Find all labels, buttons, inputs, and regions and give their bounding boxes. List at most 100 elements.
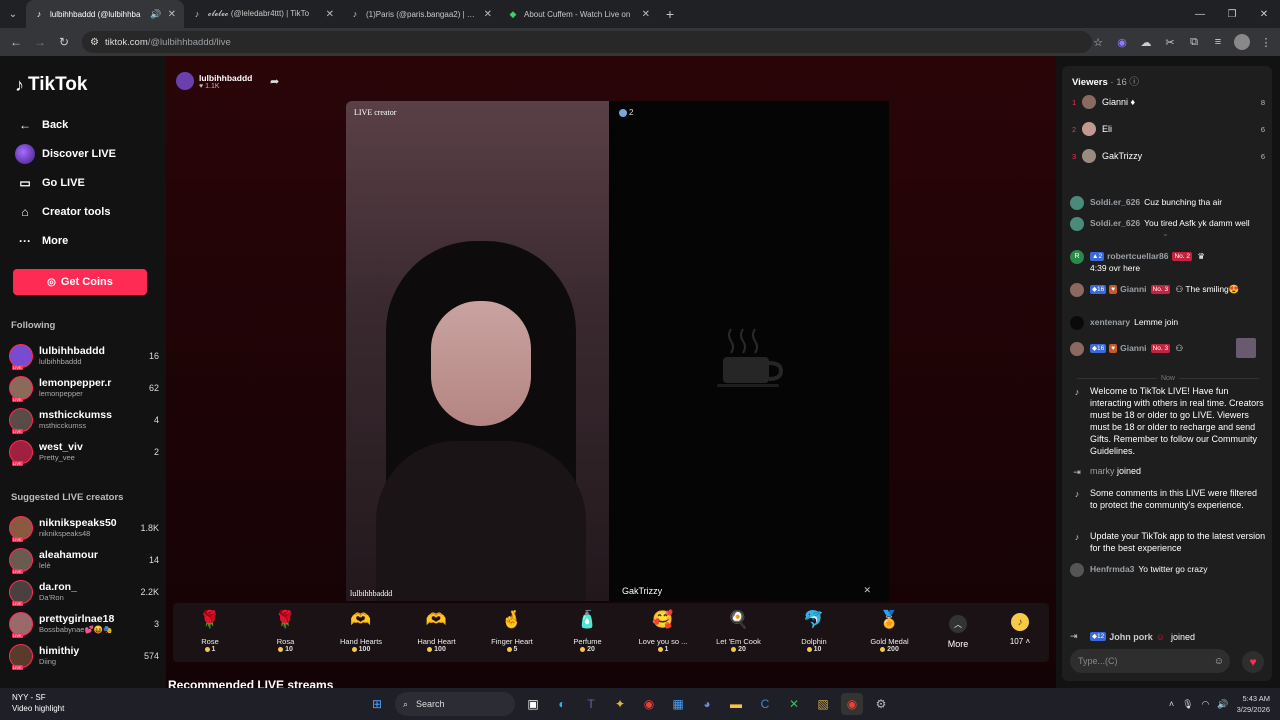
gift-item[interactable]: 🍳 Let 'Em Cook 20 [704,607,774,653]
nav-discover-live[interactable]: Discover LIVE [14,139,160,168]
host-avatar[interactable] [176,72,194,90]
windows-start-icon[interactable]: ⊞ [366,693,388,715]
close-tab-icon[interactable]: ✕ [168,9,176,20]
task-view-icon[interactable]: ▣ [522,693,544,715]
nav-creator-tools[interactable]: ⌂ Creator tools [14,197,160,226]
get-coins-button[interactable]: ◎ Get Coins [13,269,147,295]
avatar[interactable]: LIVE [9,516,33,542]
tab-2[interactable]: ♪ 𝓸𝓵𝓮𝓵𝓮𝓸 (@leledabr4ttt) | TikTo ✕ [184,0,342,28]
gift-item[interactable]: 🫶 Hand Hearts 100 [326,607,396,653]
avatar[interactable] [1070,563,1084,577]
top-viewer-row[interactable]: 1 Gianni ♦ 8 [1072,93,1265,111]
new-tab-icon[interactable]: + [658,6,682,22]
muted-mic-icon[interactable]: ✕ [863,585,871,596]
list-item[interactable]: LIVE west_viv Pretty_vee 2 [9,436,159,468]
file-explorer-icon[interactable]: ▬ [725,693,747,715]
close-tab-icon[interactable]: ✕ [484,9,492,20]
chat-user[interactable]: xentenary [1090,317,1130,327]
avatar[interactable] [1082,149,1096,163]
avatar[interactable]: LIVE [9,376,33,402]
avatar[interactable] [1070,196,1084,210]
chat-input[interactable]: Type...(C) ☺ [1070,649,1230,673]
kebab-menu-icon[interactable]: ⋮ [1258,34,1274,50]
microphone-icon[interactable]: 🎙 [1182,699,1193,710]
top-viewer-row[interactable]: 3 GakTrizzy 6 [1072,147,1265,165]
guest-video[interactable]: 2 GakTrizzy ✕ [609,101,889,601]
extension-icon[interactable]: ☁ [1138,34,1154,50]
avatar[interactable]: LIVE [9,440,33,466]
store-icon[interactable]: ▦ [667,693,689,715]
chevron-up-icon[interactable]: ˄ [1169,699,1174,709]
chrome-active-icon[interactable]: ◉ [841,693,863,715]
tab-1[interactable]: ♪ lulbihhbaddd (@lulbihhba 🔊 ✕ [26,0,184,28]
extension-icon[interactable]: ◉ [1114,34,1130,50]
gift-item[interactable]: 🏅 Gold Medal 200 [855,607,925,653]
teams-icon[interactable]: T [580,693,602,715]
volume-icon[interactable]: 🔊 [1217,699,1228,710]
copilot-icon[interactable]: ✦ [609,693,631,715]
avatar[interactable]: LIVE [9,612,33,638]
list-item[interactable]: LIVE niknikspeaks50 niknikspeaks48 1.8K [9,512,159,544]
emoji-icon[interactable]: ☺ [1214,656,1224,667]
media-controls-icon[interactable]: ≡ [1210,34,1226,50]
avatar[interactable]: LIVE [9,644,33,670]
reload-icon[interactable]: ↻ [52,35,76,49]
taskbar-search[interactable]: ⌕ Search [395,692,515,716]
tiktok-logo[interactable]: ♪ TikTok [15,74,87,96]
chat-user[interactable]: Gianni [1120,284,1146,294]
avatar[interactable] [1070,217,1084,231]
chat-user[interactable]: marky [1090,466,1115,476]
gift-item[interactable]: 🫶 Hand Heart 100 [402,607,472,653]
tab-4[interactable]: ◆ About Cuffem - Watch Live on ✕ [500,0,658,28]
chrome-icon[interactable]: ◉ [638,693,660,715]
avatar[interactable]: LIVE [9,548,33,574]
restore-icon[interactable]: ❐ [1216,0,1248,28]
avatar[interactable] [1070,283,1084,297]
close-tab-icon[interactable]: ✕ [326,9,334,20]
xbox-icon[interactable]: ✕ [783,693,805,715]
avatar[interactable] [1082,95,1096,109]
close-window-icon[interactable]: ✕ [1248,0,1280,28]
avatar[interactable]: R [1070,250,1084,264]
nav-go-live[interactable]: ▭ Go LIVE [14,168,160,197]
list-item[interactable]: LIVE himithiy Diing 574 [9,640,159,672]
avatar[interactable] [1070,342,1084,356]
list-item[interactable]: LIVE lulbihhbaddd lulbihhbaddd 16 [9,340,159,372]
share-icon[interactable]: ➦ [270,75,279,88]
heart-like-button[interactable]: ♥ [1242,651,1264,673]
close-tab-icon[interactable]: ✕ [642,9,650,20]
app-icon[interactable]: ▧ [812,693,834,715]
avatar[interactable]: LIVE [9,580,33,606]
url-field[interactable]: ⚙ tiktok.com/@lulbihhbaddd/live [82,31,1092,53]
list-item[interactable]: LIVE msthicckumss msthicckumss 4 [9,404,159,436]
host-video[interactable]: LIVE creator lulbihhbaddd [346,101,609,601]
speaker-icon[interactable]: 🔊 [150,9,161,20]
chat-user[interactable]: Henfrmda3 [1090,564,1134,574]
back-arrow-icon[interactable]: ← [4,35,28,49]
coin-balance[interactable]: ♪ 107 ˄ [1003,613,1037,646]
list-item[interactable]: LIVE aleahamour lelè 14 [9,544,159,576]
weather-widget[interactable]: NYY - SF Video highlight [12,692,64,714]
gift-item[interactable]: 🥰 Love you so ... 1 [628,607,698,653]
top-viewer-row[interactable]: 2 Eli 6 [1072,120,1265,138]
forward-arrow-icon[interactable]: → [28,35,52,49]
clock[interactable]: 5:43 AM 3/29/2026 [1237,693,1270,715]
gift-item[interactable]: 🌹 Rosa 10 [251,607,321,653]
host-info[interactable]: lulbihhbaddd ♥ 1.1K [176,72,252,90]
avatar[interactable]: LIVE [9,344,33,370]
gift-more-button[interactable]: ︿ More [943,615,973,649]
nav-more[interactable]: ··· More [14,226,160,255]
site-info-icon[interactable]: ⚙ [90,37,99,48]
chat-user[interactable]: Gianni [1120,343,1146,353]
bookmark-star-icon[interactable]: ☆ [1090,34,1106,50]
list-item[interactable]: LIVE lemonpepper.r lemonpepper 62 [9,372,159,404]
minimize-icon[interactable]: — [1184,0,1216,28]
tab-3[interactable]: ♪ (1)Paris (@paris.bangaa2) | TikT ✕ [342,0,500,28]
chat-user[interactable]: robertcuellar86 [1107,251,1168,261]
extension-icon[interactable]: ✂ [1162,34,1178,50]
avatar[interactable]: LIVE [9,408,33,434]
tab-search-menu-icon[interactable]: ⌄ [0,0,26,28]
profile-avatar[interactable] [1234,34,1250,50]
chat-user[interactable]: Soldi.er_626 [1090,218,1140,228]
chat-user[interactable]: Soldi.er_626 [1090,197,1140,207]
